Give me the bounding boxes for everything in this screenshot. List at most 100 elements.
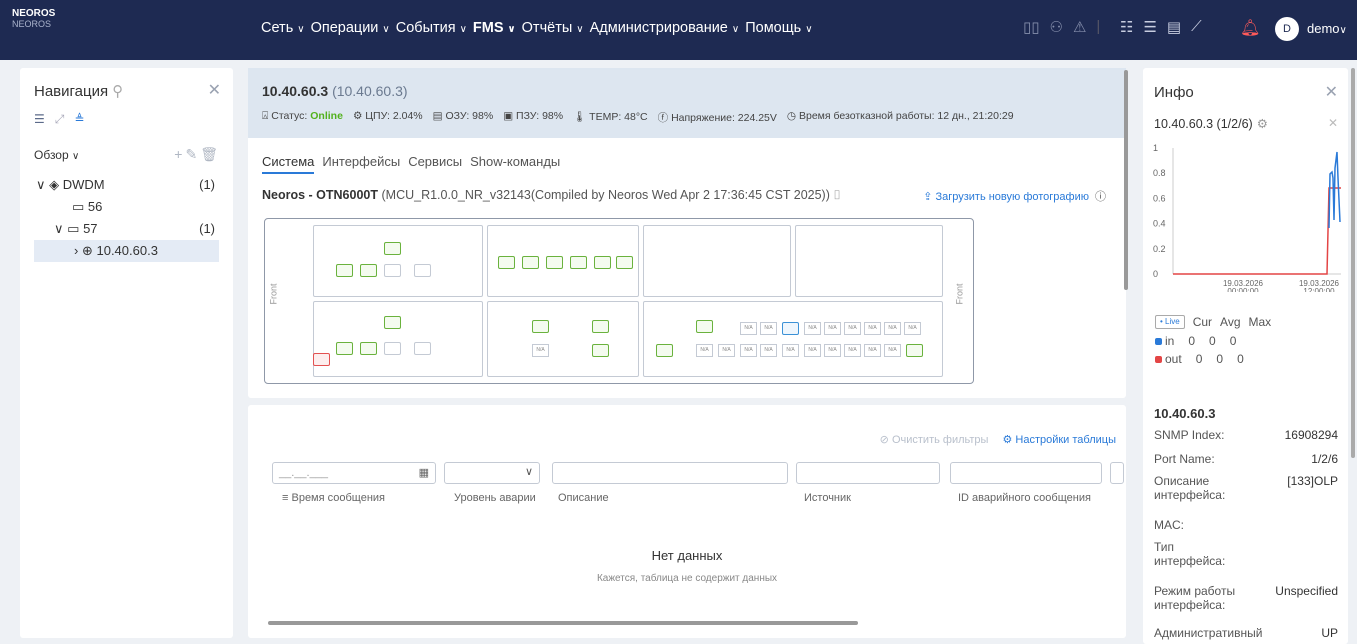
device-chassis: Front Front N/A N/A N/A N/A N/A N/A N/A …: [264, 218, 974, 384]
port-a2[interactable]: [594, 256, 611, 269]
tree-item-dwdm[interactable]: ∨ ◈ DWDM: [36, 177, 105, 193]
camera-icon[interactable]: ⌷: [833, 188, 841, 202]
port-sig1[interactable]: [498, 256, 515, 269]
tab-show-commands[interactable]: Show-команды: [470, 154, 560, 174]
slot-1-1[interactable]: [313, 225, 483, 297]
alarm-id-filter-input[interactable]: [950, 462, 1102, 484]
close-icon[interactable]: ✕: [1328, 116, 1338, 130]
menu-help[interactable]: Помощь ∨: [745, 20, 812, 36]
doc-icon[interactable]: ▤: [1167, 18, 1181, 36]
tree-count: (1): [199, 177, 215, 192]
tree-icon[interactable]: ☷: [1120, 18, 1133, 36]
expand-icon[interactable]: ⤢: [55, 112, 65, 127]
devices-icon[interactable]: ▯▯: [1023, 18, 1040, 36]
overview-dropdown[interactable]: Обзор ∨: [34, 148, 79, 162]
menu-fms[interactable]: FMS ∨: [473, 20, 516, 36]
edit-icon[interactable]: ✎: [185, 146, 200, 162]
slot-1-2[interactable]: [487, 225, 639, 297]
extra-filter-input[interactable]: [1110, 462, 1124, 484]
temp-stat: 🌡︎ TEMP: 48°C: [573, 111, 648, 123]
port-l2[interactable]: [592, 320, 609, 333]
col-alarm-level[interactable]: Уровень аварии: [454, 492, 536, 504]
port-c3[interactable]: [384, 264, 401, 277]
list-view-icon[interactable]: ☰: [34, 112, 45, 127]
slot-1-3[interactable]: [643, 225, 791, 297]
port-l1[interactable]: [532, 320, 549, 333]
add-icon[interactable]: +: [174, 146, 185, 162]
port-l1[interactable]: [384, 242, 401, 255]
search-icon[interactable]: ⚲: [112, 83, 123, 100]
horizontal-scrollbar[interactable]: [268, 621, 858, 625]
source-filter-input[interactable]: [796, 462, 940, 484]
port-b2[interactable]: [616, 256, 633, 269]
menu-reports[interactable]: Отчёты ∨: [522, 20, 584, 36]
users-icon[interactable]: ⚇: [1050, 18, 1063, 36]
date-filter-input[interactable]: __.__.___ ▦: [272, 462, 436, 484]
table-settings-button[interactable]: ⚙ Настройки таблицы: [1002, 433, 1116, 446]
port-c1[interactable]: [336, 264, 353, 277]
warning-icon[interactable]: ⚠: [1073, 18, 1086, 36]
help-icon[interactable]: ⓘ: [1095, 191, 1106, 203]
legend-in[interactable]: in 000: [1155, 334, 1236, 348]
menu-events[interactable]: События ∨: [396, 20, 467, 36]
port-c2[interactable]: [360, 264, 377, 277]
port-c5-selected[interactable]: [782, 322, 799, 335]
slot-2-3[interactable]: N/A N/A N/A N/A N/A N/A N/A N/A N/A N/A N/A N/A N/…: [643, 301, 943, 377]
port-c4[interactable]: [414, 264, 431, 277]
port-c2[interactable]: [360, 342, 377, 355]
collapse-icon[interactable]: ≜: [74, 112, 84, 127]
tab-services[interactable]: Сервисы: [408, 154, 462, 174]
tree-item-57[interactable]: ∨ ▭ 57: [54, 221, 98, 237]
avatar[interactable]: D: [1275, 17, 1299, 41]
col-source[interactable]: Источник: [804, 492, 851, 504]
tab-interfaces[interactable]: Интерфейсы: [322, 154, 400, 174]
user-menu[interactable]: demo∨: [1307, 21, 1347, 36]
close-icon[interactable]: ✕: [208, 80, 221, 100]
chart-icon[interactable]: ⟋: [1191, 18, 1202, 36]
port-c3[interactable]: [384, 342, 401, 355]
live-toggle[interactable]: • Live: [1155, 315, 1185, 329]
port-a1[interactable]: [522, 256, 539, 269]
alarm-level-select[interactable]: ∨: [444, 462, 540, 484]
delete-icon[interactable]: 🗑︎: [200, 146, 221, 162]
port-c2[interactable]: [592, 344, 609, 357]
device-tabs: Система Интерфейсы Сервисы Show-команды: [262, 154, 560, 174]
upload-photo-link[interactable]: ⇪ Загрузить новую фотографию ⓘ: [923, 188, 1106, 204]
slot-1-4[interactable]: [795, 225, 943, 297]
y-tick-label: 0.4: [1153, 219, 1166, 229]
ram-stat: ▤ ОЗУ: 98%: [432, 110, 494, 122]
menu-operations[interactable]: Операции ∨: [311, 20, 390, 36]
tree-item-device[interactable]: › ⊕ 10.40.60.3: [74, 243, 158, 259]
port-c1[interactable]: [336, 342, 353, 355]
brand-logo[interactable]: NEOROS NEOROS: [12, 8, 55, 30]
port-alarm[interactable]: [313, 353, 330, 366]
tab-system[interactable]: Система: [262, 154, 315, 174]
port-l1[interactable]: [696, 320, 713, 333]
voltage-stat: ⓕ Напряжение: 224.25V: [657, 112, 777, 124]
col-description[interactable]: Описание: [558, 492, 609, 504]
bell-icon[interactable]: 🔔︎: [1240, 18, 1260, 38]
slot-2-2[interactable]: N/A: [487, 301, 639, 377]
scrollbar[interactable]: [1124, 70, 1128, 290]
list-icon[interactable]: ☰: [1143, 18, 1156, 36]
menu-admin[interactable]: Администрирование ∨: [590, 20, 740, 36]
info-scrollbar[interactable]: [1351, 68, 1355, 458]
tree-item-56[interactable]: ▭ 56: [72, 199, 102, 215]
clear-filters-button[interactable]: ⊘ Очистить фильтры: [880, 433, 989, 446]
device-panel: 10.40.60.3 (10.40.60.3) ⍓ Статус: Online…: [248, 68, 1128, 398]
close-icon[interactable]: ✕: [1325, 82, 1338, 102]
thermometer-icon: 🌡︎: [573, 111, 587, 123]
port-l1[interactable]: [384, 316, 401, 329]
slot-2-1[interactable]: [313, 301, 483, 377]
port-sig2[interactable]: [570, 256, 587, 269]
col-alarm-id[interactable]: ID аварийного сообщения: [958, 492, 1091, 504]
menu-network[interactable]: Сеть ∨: [261, 20, 305, 36]
port-c1[interactable]: [656, 344, 673, 357]
gear-icon[interactable]: ⚙: [1257, 117, 1268, 131]
description-filter-input[interactable]: [552, 462, 788, 484]
col-message-time[interactable]: ≡ Время сообщения: [282, 492, 385, 504]
port-b1[interactable]: [546, 256, 563, 269]
port-c4[interactable]: [414, 342, 431, 355]
legend-out[interactable]: out 000: [1155, 352, 1244, 366]
port-c20[interactable]: [906, 344, 923, 357]
